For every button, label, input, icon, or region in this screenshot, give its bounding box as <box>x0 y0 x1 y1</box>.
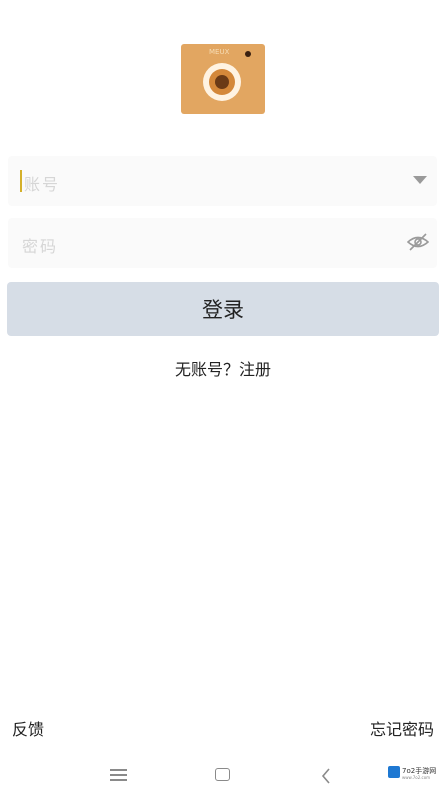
watermark: 7o2手游网 www.7o2.com <box>386 764 438 782</box>
back-icon[interactable] <box>318 766 334 786</box>
camera-flash-icon <box>245 51 251 57</box>
password-placeholder: 密码 <box>22 237 59 256</box>
feedback-link[interactable]: 反馈 <box>12 716 44 740</box>
home-icon[interactable] <box>215 768 230 781</box>
register-link[interactable]: 无账号？注册 <box>0 356 446 380</box>
menu-icon[interactable] <box>110 769 127 781</box>
watermark-subtext: www.7o2.com <box>402 775 431 780</box>
account-placeholder: 账号 <box>24 175 61 194</box>
chevron-down-icon[interactable] <box>413 176 427 184</box>
login-button[interactable]: 登录 <box>7 282 439 336</box>
forgot-password-link[interactable]: 忘记密码 <box>370 716 434 740</box>
system-navigation-bar <box>0 756 446 796</box>
logo-text: MEUX <box>209 48 230 56</box>
text-cursor <box>20 170 22 192</box>
watermark-logo-icon <box>388 766 400 778</box>
account-field[interactable]: 账号 <box>8 156 437 206</box>
app-logo: MEUX <box>181 44 265 114</box>
camera-lens-icon <box>203 63 241 101</box>
password-field[interactable]: 密码 <box>8 218 437 268</box>
eye-off-icon[interactable] <box>407 232 429 252</box>
